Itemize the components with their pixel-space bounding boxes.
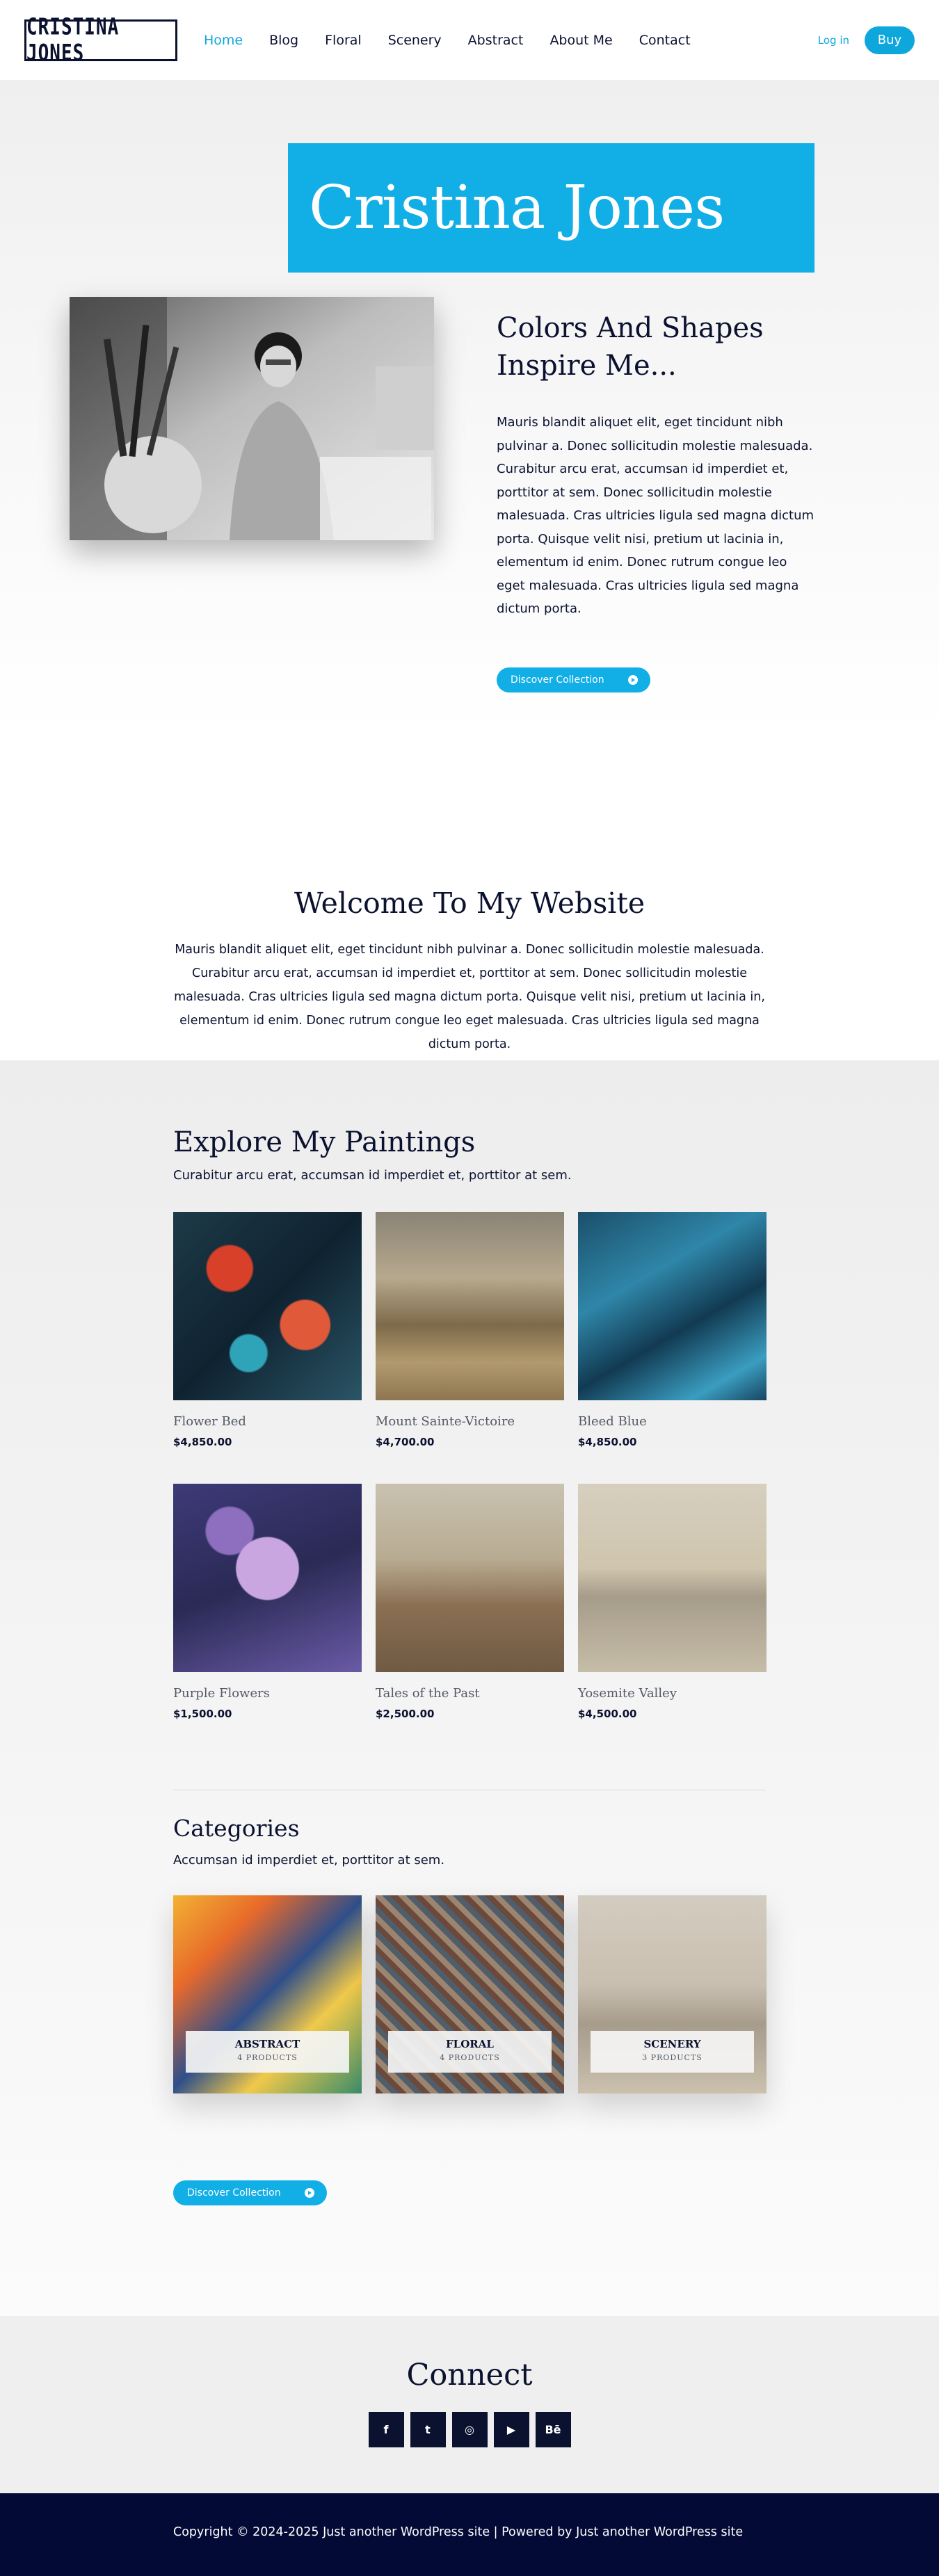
connect-section: Connect f t ◎ ▶ Bē xyxy=(0,2316,939,2493)
youtube-icon[interactable]: ▶ xyxy=(493,2412,529,2447)
category-label: FLORAL 4 PRODUCTS xyxy=(388,2031,552,2073)
product-title[interactable]: Yosemite Valley xyxy=(578,1686,767,1701)
twitter-icon[interactable]: t xyxy=(410,2412,446,2447)
product-card[interactable]: Bleed Blue $4,850.00 xyxy=(578,1212,767,1448)
arrow-right-icon xyxy=(304,2188,314,2198)
hero-text-block: Colors And Shapes Inspire Me... Mauris b… xyxy=(497,309,817,621)
category-count: 4 PRODUCTS xyxy=(237,2053,298,2062)
categories-subtitle: Accumsan id imperdiet et, porttitor at s… xyxy=(173,1853,445,1868)
main-nav: Home Blog Floral Scenery Abstract About … xyxy=(204,33,717,48)
categories-block: Categories Accumsan id imperdiet et, por… xyxy=(173,1815,939,2205)
category-abstract[interactable]: ABSTRACT 4 PRODUCTS xyxy=(173,1895,362,2093)
artist-photo-illustration xyxy=(70,297,434,540)
connect-title: Connect xyxy=(406,2358,533,2392)
product-card[interactable]: Purple Flowers $1,500.00 xyxy=(173,1484,362,1720)
behance-icon[interactable]: Bē xyxy=(535,2412,571,2447)
product-title[interactable]: Purple Flowers xyxy=(173,1686,362,1701)
product-image[interactable] xyxy=(578,1484,767,1672)
buy-button[interactable]: Buy xyxy=(865,26,915,54)
hero-discover-label: Discover Collection xyxy=(511,674,604,686)
welcome-body: Mauris blandit aliquet elit, eget tincid… xyxy=(174,943,765,1051)
welcome-section: Welcome To My Website Mauris blandit ali… xyxy=(0,734,939,1060)
product-image[interactable] xyxy=(376,1212,564,1400)
name-banner: Cristina Jones xyxy=(288,143,814,273)
product-card[interactable]: Yosemite Valley $4,500.00 xyxy=(578,1484,767,1720)
product-title[interactable]: Flower Bed xyxy=(173,1414,362,1429)
logo-text: CRISTINA JONES xyxy=(26,14,120,66)
nav-floral[interactable]: Floral xyxy=(325,33,362,48)
product-card[interactable]: Tales of the Past $2,500.00 xyxy=(376,1484,564,1720)
instagram-icon[interactable]: ◎ xyxy=(451,2412,488,2447)
nav-contact[interactable]: Contact xyxy=(639,33,691,48)
site-footer: Copyright © 2024-2025 Just another WordP… xyxy=(0,2493,939,2576)
category-count: 4 PRODUCTS xyxy=(440,2053,500,2062)
site-header: CRISTINA JONES Home Blog Floral Scenery … xyxy=(0,0,939,80)
header-actions: Log in Buy xyxy=(818,26,915,54)
product-price: $1,500.00 xyxy=(173,1708,232,1720)
welcome-title: Welcome To My Website xyxy=(294,886,645,920)
hero-body: Mauris blandit aliquet elit, eget tincid… xyxy=(497,415,814,616)
product-price: $2,500.00 xyxy=(376,1708,435,1720)
nav-home[interactable]: Home xyxy=(204,33,243,48)
category-count: 3 PRODUCTS xyxy=(642,2053,703,2062)
login-link[interactable]: Log in xyxy=(818,34,849,47)
category-label: SCENERY 3 PRODUCTS xyxy=(591,2031,754,2073)
category-name: ABSTRACT xyxy=(234,2038,300,2050)
artist-photo xyxy=(70,297,434,540)
hero-heading: Colors And Shapes Inspire Me... xyxy=(497,312,764,382)
categories-discover-button[interactable]: Discover Collection xyxy=(173,2180,327,2205)
hero-name: Cristina Jones xyxy=(309,173,725,243)
explore-section: Explore My Paintings Curabitur arcu erat… xyxy=(0,1060,939,2316)
category-name: SCENERY xyxy=(643,2038,701,2050)
facebook-icon[interactable]: f xyxy=(368,2412,404,2447)
nav-blog[interactable]: Blog xyxy=(269,33,298,48)
product-price: $4,700.00 xyxy=(376,1436,435,1448)
product-price: $4,850.00 xyxy=(578,1436,637,1448)
hero-discover-button[interactable]: Discover Collection xyxy=(497,667,650,692)
nav-about-me[interactable]: About Me xyxy=(549,33,612,48)
social-links: f t ◎ ▶ Bē xyxy=(0,2412,939,2447)
product-grid: Flower Bed $4,850.00 Mount Sainte-Victoi… xyxy=(173,1212,939,1720)
product-price: $4,500.00 xyxy=(578,1708,637,1720)
nav-scenery[interactable]: Scenery xyxy=(388,33,442,48)
product-image[interactable] xyxy=(173,1212,362,1400)
product-card[interactable]: Mount Sainte-Victoire $4,700.00 xyxy=(376,1212,564,1448)
product-image[interactable] xyxy=(376,1484,564,1672)
category-name: FLORAL xyxy=(446,2038,494,2050)
explore-title: Explore My Paintings xyxy=(173,1126,476,1158)
product-title[interactable]: Bleed Blue xyxy=(578,1414,767,1429)
category-label: ABSTRACT 4 PRODUCTS xyxy=(186,2031,349,2073)
category-floral[interactable]: FLORAL 4 PRODUCTS xyxy=(376,1895,564,2093)
product-title[interactable]: Mount Sainte-Victoire xyxy=(376,1414,564,1429)
product-card[interactable]: Flower Bed $4,850.00 xyxy=(173,1212,362,1448)
explore-subtitle: Curabitur arcu erat, accumsan id imperdi… xyxy=(173,1168,572,1183)
copyright-text: Copyright © 2024-2025 Just another WordP… xyxy=(173,2525,744,2539)
arrow-right-icon xyxy=(627,675,638,685)
category-grid: ABSTRACT 4 PRODUCTS FLORAL 4 PRODUCTS SC… xyxy=(173,1895,939,2093)
categories-title: Categories xyxy=(173,1815,300,1842)
category-scenery[interactable]: SCENERY 3 PRODUCTS xyxy=(578,1895,767,2093)
product-title[interactable]: Tales of the Past xyxy=(376,1686,564,1701)
product-price: $4,850.00 xyxy=(173,1436,232,1448)
hero-section: Cristina Jones Colors And Shapes Inspire… xyxy=(0,80,939,734)
nav-abstract[interactable]: Abstract xyxy=(468,33,524,48)
product-image[interactable] xyxy=(578,1212,767,1400)
product-image[interactable] xyxy=(173,1484,362,1672)
site-logo[interactable]: CRISTINA JONES xyxy=(24,14,177,66)
categories-discover-label: Discover Collection xyxy=(187,2187,281,2198)
